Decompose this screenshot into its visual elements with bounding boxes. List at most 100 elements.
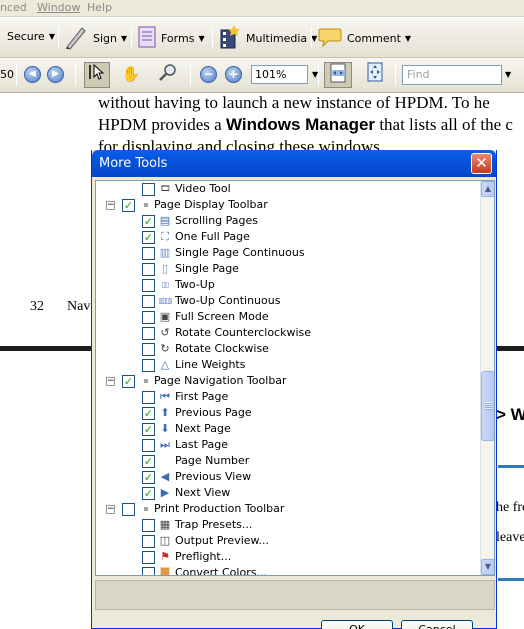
tool-checkbox[interactable] [142, 279, 155, 292]
scroll-up-button[interactable]: ▲ [481, 181, 494, 197]
multimedia-label: Multimedia [246, 32, 308, 45]
cancel-button[interactable]: Cancel [401, 620, 473, 629]
tree-item[interactable]: ▥▥ Two-Up Continuous [96, 293, 480, 309]
tool-checkbox[interactable]: ✓ [122, 199, 135, 212]
tree-item[interactable]: 🎞 Video Tool [96, 181, 480, 197]
ok-button[interactable]: OK [321, 620, 393, 629]
tree-item[interactable]: ✓ Page Number [96, 453, 480, 469]
fit-page-button[interactable] [361, 62, 389, 88]
tree-item[interactable]: △ Line Weights [96, 357, 480, 373]
scroll-thumb[interactable] [481, 371, 494, 441]
document-line-2-start: HPDM provides a [98, 115, 226, 134]
collapse-toggle[interactable]: − [106, 505, 115, 514]
tool-checkbox[interactable] [142, 359, 155, 372]
tool-checkbox[interactable] [142, 311, 155, 324]
one-full-page-icon: ⛶ [161, 230, 169, 243]
menu-item-advanced[interactable]: nced [0, 1, 27, 14]
two-up-continuous-icon: ▥▥ [158, 296, 172, 305]
tool-checkbox[interactable] [142, 567, 155, 575]
tool-checkbox[interactable] [142, 343, 155, 356]
tree-item[interactable]: ⏮ First Page [96, 389, 480, 405]
single-page-icon: ▯ [161, 262, 169, 275]
tree-item[interactable]: ↺ Rotate Counterclockwise [96, 325, 480, 341]
tree-item[interactable]: ✓ ⬇ Next Page [96, 421, 480, 437]
tool-checkbox[interactable] [142, 519, 155, 532]
footer-text: Nav [67, 299, 91, 314]
tree-item-label: Scrolling Pages [175, 214, 259, 227]
hand-tool-button[interactable]: ✋ [118, 62, 144, 88]
next-page-button[interactable]: ▶ [47, 66, 64, 83]
previous-page-button[interactable]: ◀ [24, 66, 41, 83]
dialog-title: More Tools [99, 156, 168, 171]
tool-checkbox[interactable]: ✓ [142, 423, 155, 436]
find-input[interactable]: Find [402, 65, 502, 85]
tree-item-label: Previous Page [175, 406, 252, 419]
tool-checkbox[interactable]: ✓ [142, 455, 155, 468]
document-line-1: without having to launch a new instance … [98, 93, 490, 112]
tool-checkbox[interactable] [142, 439, 155, 452]
tool-checkbox[interactable] [142, 551, 155, 564]
arrow-right-icon: ▶ [52, 69, 59, 79]
tool-checkbox[interactable] [142, 295, 155, 308]
vertical-scrollbar[interactable]: ▲ ▼ [480, 181, 494, 575]
close-button[interactable]: ✕ [471, 153, 492, 174]
chevron-down-icon[interactable]: ▼ [505, 70, 511, 79]
magnifier-icon [158, 64, 178, 86]
fit-width-button[interactable] [324, 62, 352, 88]
tool-checkbox[interactable] [142, 535, 155, 548]
secure-button[interactable]: Secure ▼ [7, 30, 55, 43]
tree-item[interactable]: ▇ Convert Colors... [96, 565, 480, 575]
tree-item[interactable]: − Print Production Toolbar [96, 501, 480, 517]
arrow-left-icon: ◀ [29, 69, 36, 79]
tree-item[interactable]: ✓ ⬆ Previous Page [96, 405, 480, 421]
rotate-ccw-icon: ↺ [160, 326, 170, 339]
zoom-level-input[interactable]: 101% [251, 65, 308, 84]
tree-item[interactable]: ▯ Single Page [96, 261, 480, 277]
tree-item[interactable]: ◫ Output Preview... [96, 533, 480, 549]
tool-checkbox[interactable]: ✓ [142, 231, 155, 244]
dialog-title-bar[interactable]: More Tools ✕ [92, 150, 496, 177]
tree-item[interactable]: − ✓ Page Display Toolbar [96, 197, 480, 213]
tree-item[interactable]: − ✓ Page Navigation Toolbar [96, 373, 480, 389]
comment-button[interactable]: Comment ▼ [318, 26, 411, 51]
tree-item[interactable]: ▣ Full Screen Mode [96, 309, 480, 325]
collapse-toggle[interactable]: − [106, 377, 115, 386]
tool-checkbox[interactable] [122, 503, 135, 516]
tool-checkbox[interactable] [142, 327, 155, 340]
multimedia-button[interactable]: Multimedia ▼ [219, 24, 317, 53]
zoom-tool-button[interactable] [155, 62, 181, 88]
tree-item[interactable]: ▥ Single Page Continuous [96, 245, 480, 261]
tool-checkbox[interactable]: ✓ [122, 375, 135, 388]
scroll-down-button[interactable]: ▼ [481, 559, 494, 575]
collapse-toggle[interactable]: − [106, 201, 115, 210]
tree-item[interactable]: ✓ ⛶ One Full Page [96, 229, 480, 245]
forms-button[interactable]: Forms ▼ [138, 26, 205, 51]
tool-checkbox[interactable] [142, 247, 155, 260]
tree-item[interactable]: ⏭ Last Page [96, 437, 480, 453]
tool-checkbox[interactable]: ✓ [142, 487, 155, 500]
zoom-out-button[interactable]: − [200, 66, 217, 83]
tree-item[interactable]: ↻ Rotate Clockwise [96, 341, 480, 357]
select-tool-button[interactable] [84, 62, 110, 88]
tool-checkbox[interactable]: ✓ [142, 471, 155, 484]
tool-checkbox[interactable] [142, 263, 155, 276]
menu-item-window[interactable]: Window [37, 1, 80, 14]
chevron-down-icon: ▼ [404, 34, 412, 43]
tree-item[interactable]: ▦ Trap Presets... [96, 517, 480, 533]
tree-item[interactable]: ✓ ▶ Next View [96, 485, 480, 501]
tool-checkbox[interactable] [142, 183, 155, 196]
menu-item-help[interactable]: Help [87, 1, 112, 14]
heading-rule [498, 465, 524, 468]
sign-button[interactable]: Sign ▼ [64, 24, 127, 53]
tree-item[interactable]: ⚑ Preflight... [96, 549, 480, 565]
body-fragment-2: leave [496, 530, 524, 545]
tree-item[interactable]: ✓ ▤ Scrolling Pages [96, 213, 480, 229]
tool-checkbox[interactable]: ✓ [142, 407, 155, 420]
page-number-fragment: 50 [0, 68, 14, 81]
tool-checkbox[interactable] [142, 391, 155, 404]
zoom-in-button[interactable]: + [225, 66, 242, 83]
tree-item[interactable]: ✓ ◀ Previous View [96, 469, 480, 485]
tree-item[interactable]: ▯▯ Two-Up [96, 277, 480, 293]
tree-item-label: Print Production Toolbar [154, 502, 285, 515]
tool-checkbox[interactable]: ✓ [142, 215, 155, 228]
